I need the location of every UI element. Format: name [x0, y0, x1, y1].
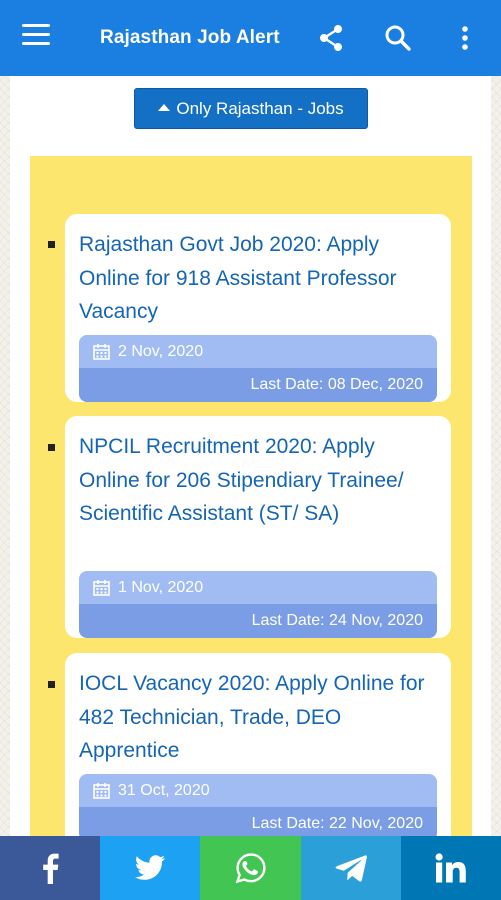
main-content: Only Rajasthan - Jobs Rajasthan Govt Job… [0, 76, 501, 853]
job-meta: 1 Nov, 2020 Last Date: 24 Nov, 2020 [79, 571, 437, 638]
job-card[interactable]: NPCIL Recruitment 2020: Apply Online for… [65, 416, 451, 638]
job-meta: 31 Oct, 2020 Last Date: 22 Nov, 2020 [79, 774, 437, 841]
last-date: Last Date: 22 Nov, 2020 [251, 815, 423, 832]
linkedin-icon [435, 853, 466, 883]
last-date: Last Date: 08 Dec, 2020 [250, 376, 423, 393]
posted-date: 2 Nov, 2020 [118, 342, 204, 360]
last-date-row: Last Date: 08 Dec, 2020 [79, 368, 437, 402]
twitter-icon [135, 855, 166, 880]
calendar-icon [93, 580, 110, 596]
posted-date: 31 Oct, 2020 [118, 781, 210, 799]
job-title[interactable]: NPCIL Recruitment 2020: Apply Online for… [79, 430, 439, 531]
posted-date: 1 Nov, 2020 [118, 578, 204, 596]
last-date: Last Date: 24 Nov, 2020 [251, 612, 423, 629]
calendar-icon [93, 344, 110, 360]
share-icon[interactable] [313, 20, 349, 56]
facebook-share-button[interactable] [0, 836, 101, 900]
telegram-icon [335, 855, 367, 882]
twitter-share-button[interactable] [100, 836, 201, 900]
more-vert-icon[interactable] [447, 20, 483, 56]
posted-date-row: 1 Nov, 2020 [79, 571, 437, 604]
linkedin-share-button[interactable] [400, 836, 501, 900]
calendar-icon [93, 783, 110, 799]
search-icon[interactable] [380, 20, 416, 56]
whatsapp-icon [235, 853, 266, 884]
job-card[interactable]: Rajasthan Govt Job 2020: Apply Online fo… [65, 214, 451, 402]
last-date-row: Last Date: 24 Nov, 2020 [79, 604, 437, 638]
menu-icon[interactable] [22, 24, 56, 52]
app-bar: Rajasthan Job Alert [0, 0, 501, 76]
job-card[interactable]: IOCL Vacancy 2020: Apply Online for 482 … [65, 653, 451, 853]
only-rajasthan-jobs-button[interactable]: Only Rajasthan - Jobs [134, 88, 368, 129]
job-title[interactable]: IOCL Vacancy 2020: Apply Online for 482 … [79, 667, 439, 768]
app-title: Rajasthan Job Alert [100, 27, 280, 48]
telegram-share-button[interactable] [300, 836, 401, 900]
list-bullet [48, 444, 55, 451]
list-bullet [48, 681, 55, 688]
posted-date-row: 31 Oct, 2020 [79, 774, 437, 807]
facebook-icon [43, 853, 59, 884]
share-bar [0, 836, 501, 900]
job-meta: 2 Nov, 2020 Last Date: 08 Dec, 2020 [79, 335, 437, 402]
list-bullet [48, 241, 55, 248]
whatsapp-share-button[interactable] [200, 836, 301, 900]
job-title[interactable]: Rajasthan Govt Job 2020: Apply Online fo… [79, 228, 439, 329]
posted-date-row: 2 Nov, 2020 [79, 335, 437, 368]
filter-label: Only Rajasthan - Jobs [176, 98, 344, 118]
caret-up-icon [158, 104, 171, 111]
